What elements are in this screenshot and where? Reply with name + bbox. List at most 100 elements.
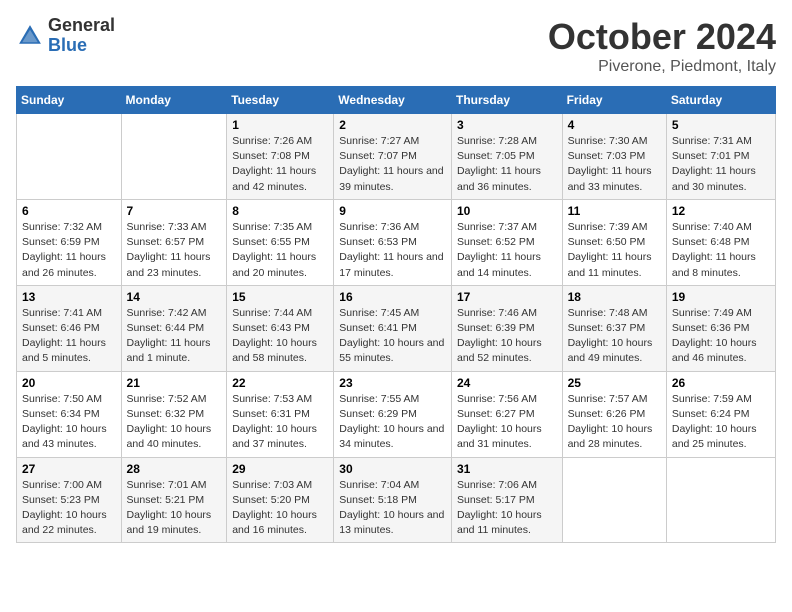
calendar-table: SundayMondayTuesdayWednesdayThursdayFrid… bbox=[16, 86, 776, 543]
day-info: Sunrise: 7:49 AMSunset: 6:36 PMDaylight:… bbox=[672, 307, 757, 365]
day-number: 12 bbox=[672, 204, 770, 218]
day-cell: 2 Sunrise: 7:27 AMSunset: 7:07 PMDaylight… bbox=[334, 114, 452, 200]
day-number: 27 bbox=[22, 462, 116, 476]
day-cell: 10 Sunrise: 7:37 AMSunset: 6:52 PMDayligh… bbox=[451, 199, 562, 285]
day-cell: 3Sunrise: 7:28 AMSunset: 7:05 PMDaylight… bbox=[451, 114, 562, 200]
day-info: Sunrise: 7:45 AMSunset: 6:41 PMDaylight:… bbox=[339, 307, 444, 365]
day-cell: 19 Sunrise: 7:49 AMSunset: 6:36 PMDayligh… bbox=[666, 285, 775, 371]
day-info: Sunrise: 7:42 AMSunset: 6:44 PMDaylight:… bbox=[127, 307, 211, 365]
day-info: Sunrise: 7:32 AMSunset: 6:59 PMDaylight:… bbox=[22, 221, 106, 279]
day-cell: 12Sunrise: 7:40 AMSunset: 6:48 PMDayligh… bbox=[666, 199, 775, 285]
day-cell: 27 Sunrise: 7:00 AMSunset: 5:23 PMDayligh… bbox=[17, 457, 122, 543]
day-cell: 5 Sunrise: 7:31 AMSunset: 7:01 PMDaylight… bbox=[666, 114, 775, 200]
day-cell: 13Sunrise: 7:41 AMSunset: 6:46 PMDayligh… bbox=[17, 285, 122, 371]
day-info: Sunrise: 7:41 AMSunset: 6:46 PMDaylight:… bbox=[22, 307, 106, 365]
day-number: 18 bbox=[568, 290, 661, 304]
day-cell: 11 Sunrise: 7:39 AMSunset: 6:50 PMDayligh… bbox=[562, 199, 666, 285]
day-cell: 26Sunrise: 7:59 AMSunset: 6:24 PMDayligh… bbox=[666, 371, 775, 457]
day-cell: 23 Sunrise: 7:55 AMSunset: 6:29 PMDayligh… bbox=[334, 371, 452, 457]
day-number: 30 bbox=[339, 462, 446, 476]
day-number: 1 bbox=[232, 118, 328, 132]
day-info: Sunrise: 7:48 AMSunset: 6:37 PMDaylight:… bbox=[568, 307, 653, 365]
day-number: 23 bbox=[339, 376, 446, 390]
day-info: Sunrise: 7:27 AMSunset: 7:07 PMDaylight:… bbox=[339, 135, 443, 193]
day-number: 25 bbox=[568, 376, 661, 390]
page-header: General Blue October 2024 Piverone, Pied… bbox=[16, 16, 776, 76]
day-info: Sunrise: 7:28 AMSunset: 7:05 PMDaylight:… bbox=[457, 135, 541, 193]
title-block: October 2024 Piverone, Piedmont, Italy bbox=[548, 16, 776, 76]
day-info: Sunrise: 7:01 AMSunset: 5:21 PMDaylight:… bbox=[127, 479, 212, 537]
day-info: Sunrise: 7:26 AMSunset: 7:08 PMDaylight:… bbox=[232, 135, 316, 193]
logo-text: General Blue bbox=[48, 16, 115, 56]
col-header-monday: Monday bbox=[121, 87, 227, 114]
day-number: 20 bbox=[22, 376, 116, 390]
day-info: Sunrise: 7:03 AMSunset: 5:20 PMDaylight:… bbox=[232, 479, 317, 537]
location: Piverone, Piedmont, Italy bbox=[548, 58, 776, 76]
day-info: Sunrise: 7:55 AMSunset: 6:29 PMDaylight:… bbox=[339, 393, 444, 451]
day-cell: 9 Sunrise: 7:36 AMSunset: 6:53 PMDaylight… bbox=[334, 199, 452, 285]
day-number: 10 bbox=[457, 204, 557, 218]
logo: General Blue bbox=[16, 16, 115, 56]
day-number: 8 bbox=[232, 204, 328, 218]
day-number: 21 bbox=[127, 376, 222, 390]
day-info: Sunrise: 7:57 AMSunset: 6:26 PMDaylight:… bbox=[568, 393, 653, 451]
day-number: 16 bbox=[339, 290, 446, 304]
col-header-thursday: Thursday bbox=[451, 87, 562, 114]
day-cell: 31Sunrise: 7:06 AMSunset: 5:17 PMDayligh… bbox=[451, 457, 562, 543]
week-row-1: 1 Sunrise: 7:26 AMSunset: 7:08 PMDaylight… bbox=[17, 114, 776, 200]
day-number: 5 bbox=[672, 118, 770, 132]
day-number: 4 bbox=[568, 118, 661, 132]
col-header-sunday: Sunday bbox=[17, 87, 122, 114]
day-number: 11 bbox=[568, 204, 661, 218]
day-cell: 25 Sunrise: 7:57 AMSunset: 6:26 PMDayligh… bbox=[562, 371, 666, 457]
header-row: SundayMondayTuesdayWednesdayThursdayFrid… bbox=[17, 87, 776, 114]
day-cell: 6 Sunrise: 7:32 AMSunset: 6:59 PMDaylight… bbox=[17, 199, 122, 285]
day-info: Sunrise: 7:37 AMSunset: 6:52 PMDaylight:… bbox=[457, 221, 541, 279]
day-info: Sunrise: 7:30 AMSunset: 7:03 PMDaylight:… bbox=[568, 135, 652, 193]
day-cell bbox=[666, 457, 775, 543]
day-number: 31 bbox=[457, 462, 557, 476]
col-header-wednesday: Wednesday bbox=[334, 87, 452, 114]
day-number: 15 bbox=[232, 290, 328, 304]
day-cell: 17Sunrise: 7:46 AMSunset: 6:39 PMDayligh… bbox=[451, 285, 562, 371]
day-number: 19 bbox=[672, 290, 770, 304]
day-info: Sunrise: 7:46 AMSunset: 6:39 PMDaylight:… bbox=[457, 307, 542, 365]
day-info: Sunrise: 7:39 AMSunset: 6:50 PMDaylight:… bbox=[568, 221, 652, 279]
day-cell bbox=[121, 114, 227, 200]
day-cell: 15 Sunrise: 7:44 AMSunset: 6:43 PMDayligh… bbox=[227, 285, 334, 371]
day-number: 22 bbox=[232, 376, 328, 390]
day-cell: 28 Sunrise: 7:01 AMSunset: 5:21 PMDayligh… bbox=[121, 457, 227, 543]
col-header-saturday: Saturday bbox=[666, 87, 775, 114]
day-number: 24 bbox=[457, 376, 557, 390]
day-number: 28 bbox=[127, 462, 222, 476]
day-info: Sunrise: 7:59 AMSunset: 6:24 PMDaylight:… bbox=[672, 393, 757, 451]
day-info: Sunrise: 7:00 AMSunset: 5:23 PMDaylight:… bbox=[22, 479, 107, 537]
day-cell bbox=[17, 114, 122, 200]
week-row-2: 6 Sunrise: 7:32 AMSunset: 6:59 PMDaylight… bbox=[17, 199, 776, 285]
day-number: 9 bbox=[339, 204, 446, 218]
day-cell: 4 Sunrise: 7:30 AMSunset: 7:03 PMDaylight… bbox=[562, 114, 666, 200]
day-info: Sunrise: 7:53 AMSunset: 6:31 PMDaylight:… bbox=[232, 393, 317, 451]
week-row-3: 13Sunrise: 7:41 AMSunset: 6:46 PMDayligh… bbox=[17, 285, 776, 371]
day-cell: 18 Sunrise: 7:48 AMSunset: 6:37 PMDayligh… bbox=[562, 285, 666, 371]
day-number: 14 bbox=[127, 290, 222, 304]
month-title: October 2024 bbox=[548, 16, 776, 58]
day-number: 6 bbox=[22, 204, 116, 218]
day-cell: 20Sunrise: 7:50 AMSunset: 6:34 PMDayligh… bbox=[17, 371, 122, 457]
day-info: Sunrise: 7:52 AMSunset: 6:32 PMDaylight:… bbox=[127, 393, 212, 451]
col-header-tuesday: Tuesday bbox=[227, 87, 334, 114]
day-info: Sunrise: 7:35 AMSunset: 6:55 PMDaylight:… bbox=[232, 221, 316, 279]
logo-icon bbox=[16, 22, 44, 50]
day-cell: 24 Sunrise: 7:56 AMSunset: 6:27 PMDayligh… bbox=[451, 371, 562, 457]
day-info: Sunrise: 7:04 AMSunset: 5:18 PMDaylight:… bbox=[339, 479, 444, 537]
day-info: Sunrise: 7:33 AMSunset: 6:57 PMDaylight:… bbox=[127, 221, 211, 279]
day-cell: 7Sunrise: 7:33 AMSunset: 6:57 PMDaylight… bbox=[121, 199, 227, 285]
day-cell: 30 Sunrise: 7:04 AMSunset: 5:18 PMDayligh… bbox=[334, 457, 452, 543]
day-info: Sunrise: 7:31 AMSunset: 7:01 PMDaylight:… bbox=[672, 135, 756, 193]
day-info: Sunrise: 7:36 AMSunset: 6:53 PMDaylight:… bbox=[339, 221, 443, 279]
col-header-friday: Friday bbox=[562, 87, 666, 114]
day-info: Sunrise: 7:44 AMSunset: 6:43 PMDaylight:… bbox=[232, 307, 317, 365]
day-info: Sunrise: 7:56 AMSunset: 6:27 PMDaylight:… bbox=[457, 393, 542, 451]
day-number: 2 bbox=[339, 118, 446, 132]
week-row-4: 20Sunrise: 7:50 AMSunset: 6:34 PMDayligh… bbox=[17, 371, 776, 457]
